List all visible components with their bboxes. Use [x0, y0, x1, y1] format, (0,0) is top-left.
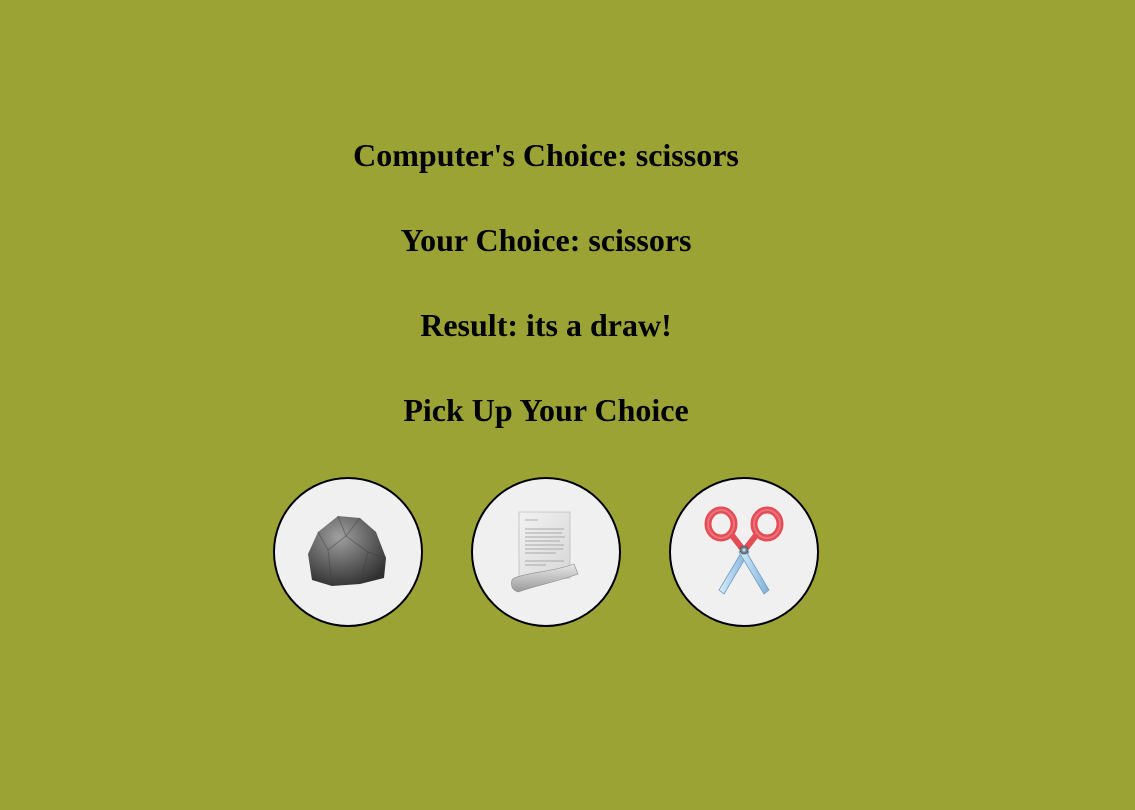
pick-choice-heading: Pick Up Your Choice [403, 392, 689, 428]
result-label: Result: [420, 307, 518, 343]
user-choice-label: Your Choice: [400, 222, 581, 258]
result-text: Result: its a draw! [0, 307, 1092, 343]
rock-icon [298, 502, 398, 602]
paper-icon [496, 502, 596, 602]
computer-choice-text: Computer's Choice: scissors [0, 137, 1092, 173]
paper-button[interactable] [471, 477, 621, 627]
user-choice-text: Your Choice: scissors [0, 222, 1092, 258]
computer-choice-value: scissors [635, 137, 739, 173]
scissors-icon [694, 502, 794, 602]
result-value: its a draw! [526, 307, 672, 343]
user-choice-value: scissors [588, 222, 692, 258]
scissors-button[interactable] [669, 477, 819, 627]
rock-button[interactable] [273, 477, 423, 627]
computer-choice-label: Computer's Choice: [353, 137, 628, 173]
